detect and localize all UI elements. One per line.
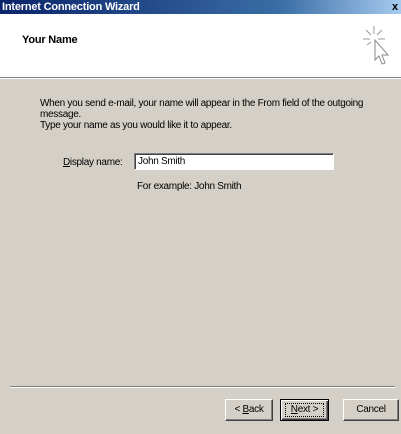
display-name-accel: D	[63, 157, 70, 168]
intro-line-1: When you send e-mail, your name will app…	[40, 98, 364, 120]
wizard-window: Internet Connection Wizard x Your Name W…	[0, 0, 401, 434]
close-button[interactable]: x	[389, 0, 401, 14]
intro-text: When you send e-mail, your name will app…	[40, 98, 380, 131]
example-text: For example: John Smith	[137, 181, 242, 192]
next-button[interactable]: Next >	[280, 399, 329, 421]
title-bar[interactable]: Internet Connection Wizard x	[0, 0, 401, 14]
cancel-button[interactable]: Cancel	[343, 399, 399, 421]
footer-divider	[10, 386, 395, 388]
wizard-header: Your Name	[0, 14, 401, 78]
back-rest: ack	[248, 404, 264, 415]
display-name-input[interactable]: John Smith	[134, 153, 334, 170]
window-title: Internet Connection Wizard	[2, 1, 140, 13]
display-name-label: Display name:	[63, 157, 123, 168]
wizard-cursor-sparkle-icon	[363, 26, 390, 65]
intro-line-2: Type your name as you would like it to a…	[40, 120, 232, 131]
page-title: Your Name	[22, 34, 78, 46]
back-button[interactable]: < Back	[225, 399, 273, 421]
display-name-label-rest: isplay name:	[69, 157, 123, 168]
next-focus-ring	[285, 403, 324, 417]
